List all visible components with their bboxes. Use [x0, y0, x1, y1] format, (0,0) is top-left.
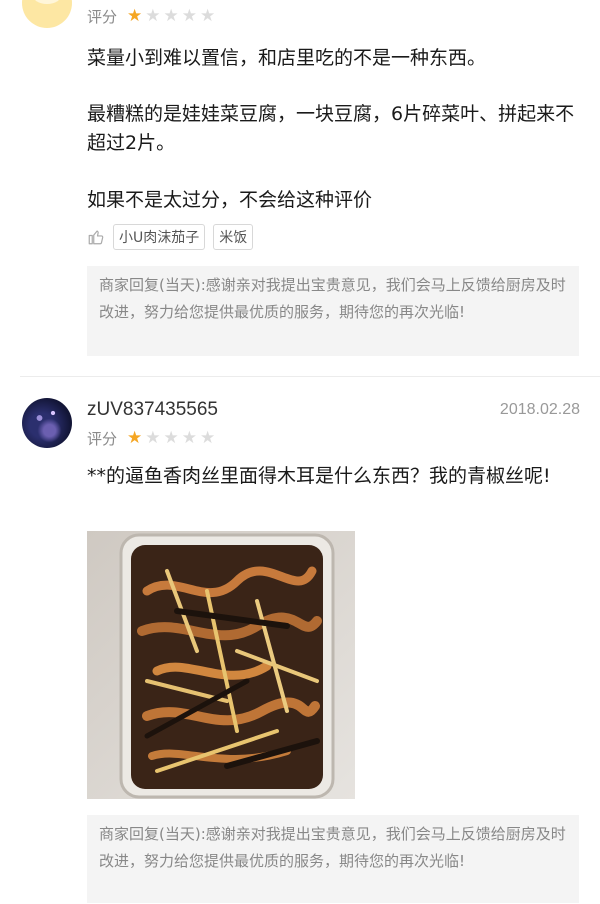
- star-icon: ★: [145, 428, 161, 448]
- review-text: 如果不是太过分，不会给这种评价: [87, 189, 373, 211]
- review-card: zUV837435565 2018.02.28 评分 ★ ★ ★ ★ ★ **的…: [0, 377, 600, 904]
- review-date: 2018.02.28: [499, 401, 580, 418]
- star-rating: ★ ★ ★ ★ ★: [127, 430, 215, 447]
- star-icon: ★: [145, 6, 161, 26]
- star-icon: ★: [200, 6, 216, 26]
- star-icon: ★: [181, 428, 198, 448]
- food-photo-illustration: [87, 531, 355, 799]
- dish-tag[interactable]: 小U肉沫茄子: [113, 224, 206, 250]
- avatar[interactable]: [22, 398, 72, 448]
- review-text: **的逼鱼香肉丝里面得木耳是什么东西？我的青椒丝呢!: [87, 465, 551, 487]
- rating-label: 评分: [87, 430, 118, 448]
- star-icon: ★: [181, 6, 198, 26]
- review-card: 评分 ★ ★ ★ ★ ★ 菜量小到难以置信，和店里吃的不是一种东西。 最糟糕的是…: [0, 0, 600, 376]
- review-photo[interactable]: [87, 531, 355, 799]
- thumbs-up-icon[interactable]: [87, 228, 105, 246]
- star-rating: ★ ★ ★ ★ ★: [127, 8, 215, 25]
- dish-tag[interactable]: 米饭: [213, 224, 254, 250]
- star-icon: ★: [200, 428, 216, 448]
- star-icon: ★: [163, 428, 179, 448]
- rating-row: 评分 ★ ★ ★ ★ ★: [87, 428, 215, 449]
- review-text: 最糟糕的是娃娃菜豆腐，一块豆腐，6片碎菜叶、拼起来不超过2片。: [87, 103, 575, 154]
- rating-row: 评分 ★ ★ ★ ★ ★: [87, 6, 215, 27]
- star-icon: ★: [163, 6, 179, 26]
- star-icon: ★: [127, 6, 143, 26]
- username[interactable]: zUV837435565: [87, 399, 218, 421]
- merchant-reply: 商家回复(当天):感谢亲对我提出宝贵意见，我们会马上反馈给厨房及时改进，努力给您…: [87, 266, 579, 356]
- merchant-reply: 商家回复(当天):感谢亲对我提出宝贵意见，我们会马上反馈给厨房及时改进，努力给您…: [87, 815, 579, 903]
- star-icon: ★: [127, 428, 143, 448]
- dish-tags: 小U肉沫茄子 米饭: [87, 224, 254, 250]
- review-text: 菜量小到难以置信，和店里吃的不是一种东西。: [87, 47, 487, 69]
- rating-label: 评分: [87, 8, 118, 26]
- avatar[interactable]: [22, 0, 72, 28]
